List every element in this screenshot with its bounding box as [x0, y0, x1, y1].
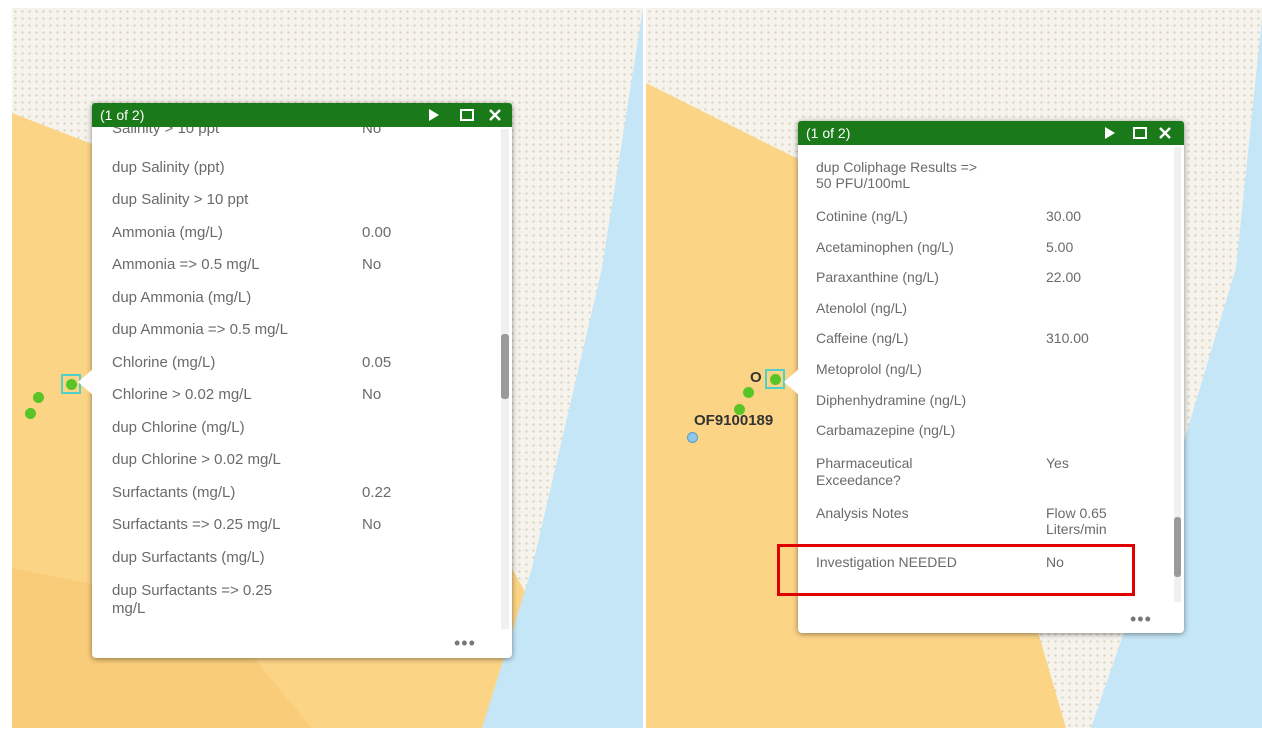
highlight-box [777, 544, 1135, 596]
map-feature-label: O [750, 369, 762, 386]
attribute-label: Ammonia (mg/L) [112, 224, 223, 241]
attribute-label: Caffeine (ng/L) [816, 330, 909, 346]
attribute-value: Flow 0.65 [1046, 505, 1107, 521]
attribute-label: Metoprolol (ng/L) [816, 361, 922, 377]
attribute-label: dup Chlorine > 0.02 mg/L [112, 451, 281, 468]
attribute-label: dup Surfactants (mg/L) [112, 549, 265, 566]
maximize-square-icon[interactable] [1131, 121, 1149, 145]
next-triangle-icon[interactable] [1101, 121, 1119, 145]
map-panel-right[interactable]: OF9100189 O (1 of 2) dup Coliphage Resul… [646, 8, 1262, 728]
attribute-label: Chlorine (mg/L) [112, 354, 216, 371]
attribute-label: Atenolol (ng/L) [816, 300, 908, 316]
site-marker[interactable] [25, 408, 36, 419]
attribute-label: Salinity > 10 ppt [112, 127, 220, 137]
popup-pointer [784, 368, 800, 396]
popup-scrollbar[interactable] [501, 129, 509, 629]
attribute-label: Ammonia => 0.5 mg/L [112, 256, 260, 273]
maximize-square-icon[interactable] [458, 103, 476, 127]
attribute-label: Carbamazepine (ng/L) [816, 422, 956, 438]
attribute-label: dup Ammonia (mg/L) [112, 289, 252, 306]
popup-title: (1 of 2) [806, 125, 851, 141]
attribute-value: 0.00 [362, 224, 392, 241]
attribute-label: Cotinine (ng/L) [816, 208, 908, 224]
attribute-value: 30.00 [1046, 208, 1082, 224]
popup-header: (1 of 2) [92, 103, 512, 127]
more-options-icon[interactable]: ••• [1130, 609, 1152, 630]
attribute-label: Surfactants => 0.25 mg/L [112, 516, 281, 533]
feature-popup: (1 of 2) Salinity > 10 ppt No dup Salini… [78, 103, 512, 658]
popup-header: (1 of 2) [798, 121, 1184, 145]
attribute-label: Acetaminophen (ng/L) [816, 239, 954, 255]
attribute-label: Exceedance? [816, 472, 901, 488]
attribute-label: dup Salinity > 10 ppt [112, 191, 249, 208]
attribute-value: 5.00 [1046, 239, 1074, 255]
popup-scrollbar[interactable] [1174, 147, 1181, 602]
attribute-value: No [362, 386, 382, 403]
selected-feature[interactable] [765, 369, 785, 389]
popup-pointer [78, 368, 94, 396]
attribute-label: mg/L [112, 600, 146, 617]
close-x-icon[interactable] [1155, 121, 1175, 145]
attribute-label: dup Coliphage Results => [816, 159, 978, 175]
next-triangle-icon[interactable] [425, 103, 443, 127]
attribute-label: Surfactants (mg/L) [112, 484, 236, 501]
scrollbar-thumb[interactable] [1174, 517, 1181, 577]
attribute-value: Yes [1046, 455, 1069, 471]
site-marker[interactable] [743, 387, 754, 398]
site-marker [66, 379, 77, 390]
attribute-label: Analysis Notes [816, 505, 909, 521]
site-marker-alt[interactable] [687, 432, 698, 443]
close-x-icon[interactable] [485, 103, 505, 127]
attribute-label: Paraxanthine (ng/L) [816, 269, 939, 285]
attribute-label: dup Surfactants => 0.25 [112, 582, 273, 599]
attribute-value: 0.05 [362, 354, 392, 371]
attribute-value: 22.00 [1046, 269, 1082, 285]
map-feature-label: OF9100189 [694, 412, 774, 429]
scrollbar-thumb[interactable] [501, 334, 509, 399]
attribute-label: dup Ammonia => 0.5 mg/L [112, 321, 288, 338]
popup-attributes: dup Coliphage Results => 50 PFU/100mL Co… [816, 159, 1171, 594]
attribute-label: Pharmaceutical [816, 455, 913, 471]
attribute-label: dup Salinity (ppt) [112, 159, 225, 176]
attribute-label: Chlorine > 0.02 mg/L [112, 386, 252, 403]
more-options-icon[interactable]: ••• [454, 633, 476, 654]
map-panel-left[interactable]: (1 of 2) Salinity > 10 ppt No dup Salini… [12, 8, 643, 728]
site-marker[interactable] [33, 392, 44, 403]
attribute-value: No [362, 516, 382, 533]
attribute-label: 50 PFU/100mL [816, 175, 911, 191]
attribute-value: No [362, 127, 382, 137]
attribute-value: No [362, 256, 382, 273]
popup-title: (1 of 2) [100, 107, 145, 123]
popup-attributes: Salinity > 10 ppt No dup Salinity (ppt) … [112, 127, 492, 627]
attribute-value: 310.00 [1046, 330, 1089, 346]
attribute-value: 0.22 [362, 484, 392, 501]
site-marker [770, 374, 781, 385]
attribute-label: Diphenhydramine (ng/L) [816, 392, 967, 408]
attribute-label: dup Chlorine (mg/L) [112, 419, 245, 436]
attribute-value: Liters/min [1046, 521, 1107, 537]
